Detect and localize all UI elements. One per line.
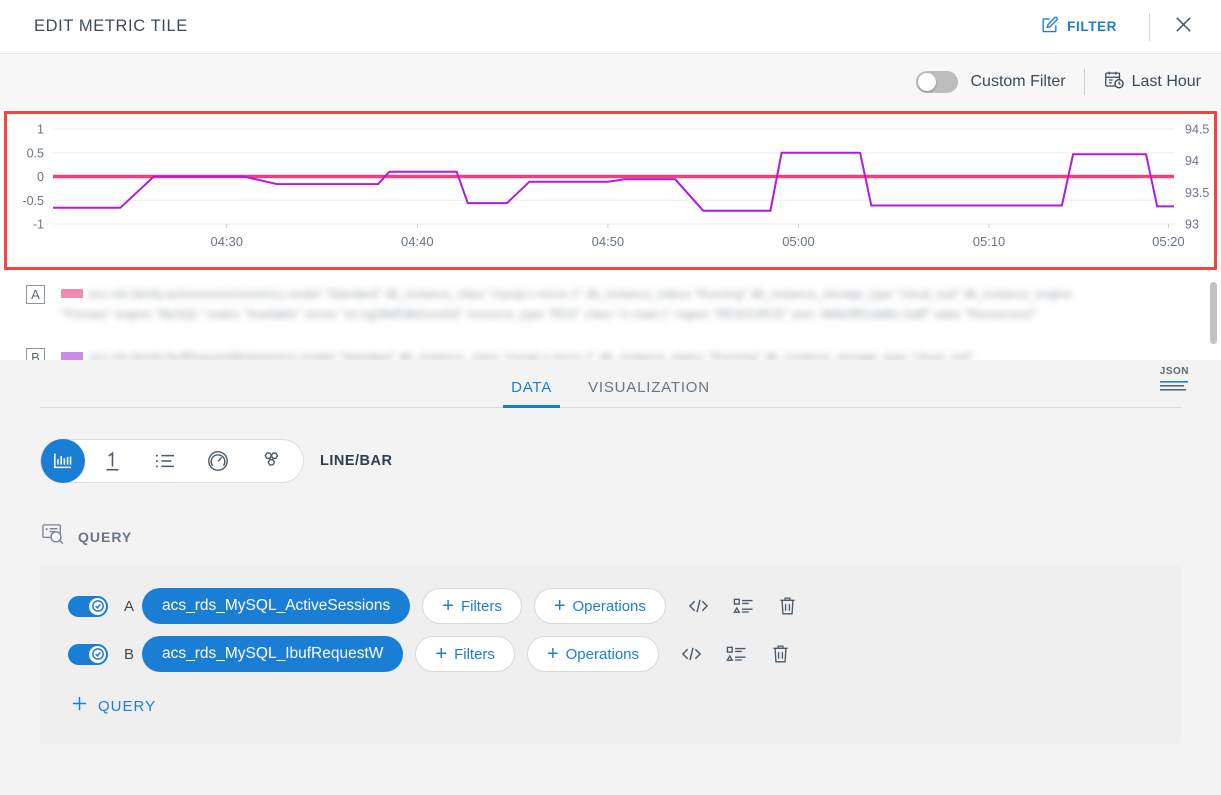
- calendar-clock-icon: [1103, 69, 1125, 96]
- tab-visualization[interactable]: VISUALIZATION: [570, 379, 728, 407]
- header-actions: FILTER: [1034, 0, 1221, 53]
- legend-icon[interactable]: [726, 645, 747, 663]
- query-b-letter: B: [116, 646, 142, 663]
- query-a-filters-label: Filters: [461, 598, 502, 615]
- custom-filter-label: Custom Filter: [971, 73, 1066, 91]
- edit-metric-tile-dialog: EDIT METRIC TILE FILTER: [0, 0, 1221, 795]
- edit-square-icon: [1040, 15, 1059, 39]
- plus-icon: +: [435, 644, 447, 664]
- trash-icon[interactable]: [771, 644, 790, 664]
- code-icon[interactable]: [681, 645, 702, 663]
- svg-text:94: 94: [1185, 154, 1199, 168]
- page-title: EDIT METRIC TILE: [34, 17, 188, 36]
- json-view-button[interactable]: JSON: [1160, 366, 1189, 397]
- svg-text:05:00: 05:00: [782, 234, 815, 249]
- svg-text:1: 1: [37, 123, 44, 137]
- add-query-button[interactable]: QUERY: [70, 694, 156, 718]
- legend-swatch-b: [61, 352, 83, 360]
- editor-panel: DATA VISUALIZATION JSON: [0, 360, 1221, 795]
- query-a-metric-pill[interactable]: acs_rds_MySQL_ActiveSessions: [142, 588, 410, 624]
- svg-text:05:20: 05:20: [1152, 234, 1185, 249]
- toggle-knob: [89, 598, 106, 615]
- legend-marker-a[interactable]: A: [26, 285, 45, 304]
- dialog-header: EDIT METRIC TILE FILTER: [0, 0, 1221, 54]
- query-b-metric-pill[interactable]: acs_rds_MySQL_IbufRequestW: [142, 636, 403, 672]
- query-a-add-operations-button[interactable]: + Operations: [534, 588, 666, 624]
- header-divider: [1149, 13, 1150, 41]
- close-button[interactable]: [1172, 13, 1195, 41]
- query-list: A acs_rds_MySQL_ActiveSessions + Filters…: [40, 566, 1181, 744]
- visualization-type-row: LINE/BAR: [40, 439, 1221, 483]
- add-query-label: QUERY: [98, 698, 156, 715]
- svg-text:93: 93: [1185, 218, 1199, 232]
- json-label: JSON: [1160, 366, 1189, 377]
- legend-icon[interactable]: [733, 597, 754, 615]
- toolbar-divider: [1084, 69, 1085, 95]
- json-lines-icon: [1160, 379, 1188, 397]
- code-icon[interactable]: [688, 597, 709, 615]
- chart-legend[interactable]: A acs.rds.family.activesessionsmetrics.m…: [0, 276, 1221, 360]
- filter-button-label: FILTER: [1067, 19, 1117, 34]
- query-a-add-filters-button[interactable]: + Filters: [422, 588, 522, 624]
- svg-text:-1: -1: [33, 218, 44, 232]
- query-section-label: QUERY: [78, 529, 132, 545]
- svg-text:0: 0: [37, 170, 44, 184]
- toggle-knob: [918, 73, 936, 91]
- line-bar-chart-icon[interactable]: [41, 439, 85, 483]
- svg-text:04:50: 04:50: [592, 234, 625, 249]
- chart-toolbar: Custom Filter Last Hour: [0, 54, 1221, 110]
- query-a-actions: [688, 596, 797, 616]
- query-a-letter: A: [116, 598, 142, 615]
- legend-text-a: acs.rds.family.activesessionsmetrics.mod…: [61, 289, 1072, 321]
- plus-icon: +: [547, 644, 559, 664]
- filter-button[interactable]: FILTER: [1034, 11, 1123, 43]
- svg-text:04:40: 04:40: [401, 234, 434, 249]
- chart-svg: 1 0.5 0 -0.5 -1 94.5 94 93.5 93 04:30 04:40 04:50 05…: [7, 114, 1214, 267]
- query-b-enable-toggle[interactable]: [68, 644, 108, 665]
- editor-tabs: DATA VISUALIZATION JSON: [40, 360, 1181, 408]
- gauge-icon[interactable]: [191, 439, 244, 483]
- plus-icon: +: [554, 596, 566, 616]
- visualization-type-selector: [40, 439, 304, 483]
- legend-swatch-a: [61, 289, 83, 298]
- svg-text:94.5: 94.5: [1185, 123, 1209, 137]
- svg-text:93.5: 93.5: [1185, 186, 1209, 200]
- query-a-enable-toggle[interactable]: [68, 596, 108, 617]
- trash-icon[interactable]: [778, 596, 797, 616]
- tab-data[interactable]: DATA: [493, 379, 570, 407]
- list-icon[interactable]: [138, 439, 191, 483]
- single-value-icon[interactable]: [85, 439, 138, 483]
- svg-text:0.5: 0.5: [27, 146, 44, 160]
- honeycomb-icon[interactable]: [244, 439, 297, 483]
- plus-icon: +: [442, 596, 454, 616]
- query-a-operations-label: Operations: [573, 598, 646, 615]
- svg-text:-0.5: -0.5: [22, 194, 44, 208]
- metric-chart-panel[interactable]: 1 0.5 0 -0.5 -1 94.5 94 93.5 93 04:30 04:40 04:50 05…: [4, 111, 1217, 270]
- query-b-operations-label: Operations: [566, 646, 639, 663]
- query-b-add-operations-button[interactable]: + Operations: [527, 636, 659, 672]
- legend-row: B acs.rds.family.ibufRequestWritemetrics…: [26, 348, 1176, 360]
- time-range-label: Last Hour: [1132, 73, 1201, 91]
- selected-visualization-label: LINE/BAR: [320, 453, 392, 469]
- legend-row: A acs.rds.family.activesessionsmetrics.m…: [26, 285, 1176, 325]
- time-range-selector[interactable]: Last Hour: [1103, 69, 1201, 96]
- custom-filter-control: Custom Filter: [916, 71, 1066, 93]
- svg-text:05:10: 05:10: [973, 234, 1006, 249]
- query-b-add-filters-button[interactable]: + Filters: [415, 636, 515, 672]
- custom-filter-toggle[interactable]: [916, 71, 958, 93]
- close-icon: [1172, 13, 1195, 41]
- query-section-header: QUERY: [42, 523, 1221, 550]
- query-b-filters-label: Filters: [454, 646, 495, 663]
- toggle-knob: [89, 646, 106, 663]
- plus-icon: [70, 694, 89, 718]
- query-search-icon: [42, 523, 67, 550]
- svg-text:04:30: 04:30: [210, 234, 243, 249]
- metric-chart: 1 0.5 0 -0.5 -1 94.5 94 93.5 93 04:30 04:40 04:50 05…: [7, 114, 1214, 267]
- legend-marker-b[interactable]: B: [26, 348, 45, 360]
- legend-text-b: acs.rds.family.ibufRequestWritemetrics.m…: [89, 352, 974, 360]
- legend-scrollbar[interactable]: [1210, 282, 1217, 344]
- query-row-b: B acs_rds_MySQL_IbufRequestW + Filters +…: [40, 632, 1181, 676]
- query-row-a: A acs_rds_MySQL_ActiveSessions + Filters…: [40, 584, 1181, 628]
- query-b-actions: [681, 644, 790, 664]
